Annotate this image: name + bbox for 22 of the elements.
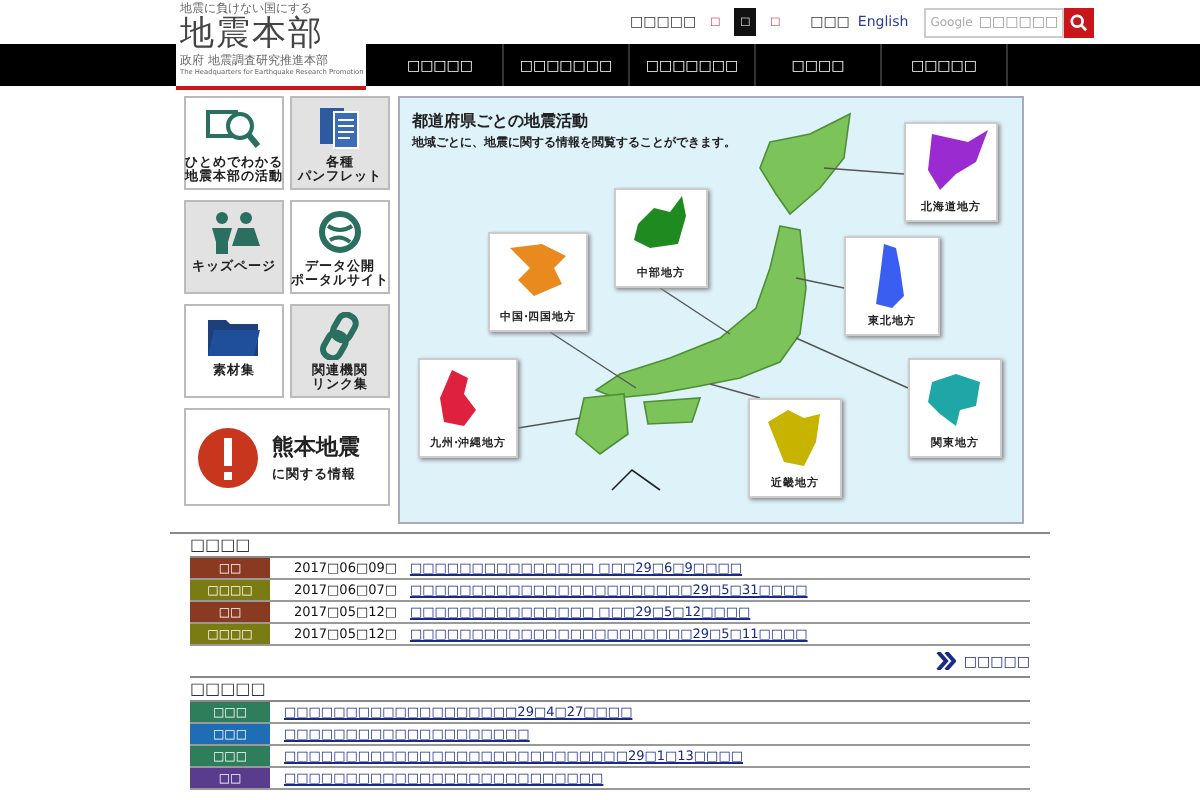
globe-icon [318,210,362,254]
leader-line [659,287,731,335]
leader-line [795,337,909,389]
double-chevron-icon [935,652,956,670]
folder-icon [206,314,262,358]
feature-title: 熊本地震 [272,431,360,461]
exclamation-icon [196,425,260,489]
leader-line [823,167,905,175]
section-heading: □□□□□ [190,680,268,700]
chain-link-icon [318,312,362,360]
map-title: 都道府県ごとの地震活動 [412,110,588,132]
magnifier-icon [206,106,262,150]
leader-line [517,417,581,429]
section-heading: □□□□ [190,536,253,556]
document-icon [316,104,364,152]
leader-line [709,383,761,399]
search-button[interactable] [1064,7,1095,37]
leader-line [795,277,845,289]
logo-title: 地震本部 [180,16,324,54]
search-icon [1070,13,1089,31]
children-icon [206,210,262,254]
leader-line [549,331,637,389]
